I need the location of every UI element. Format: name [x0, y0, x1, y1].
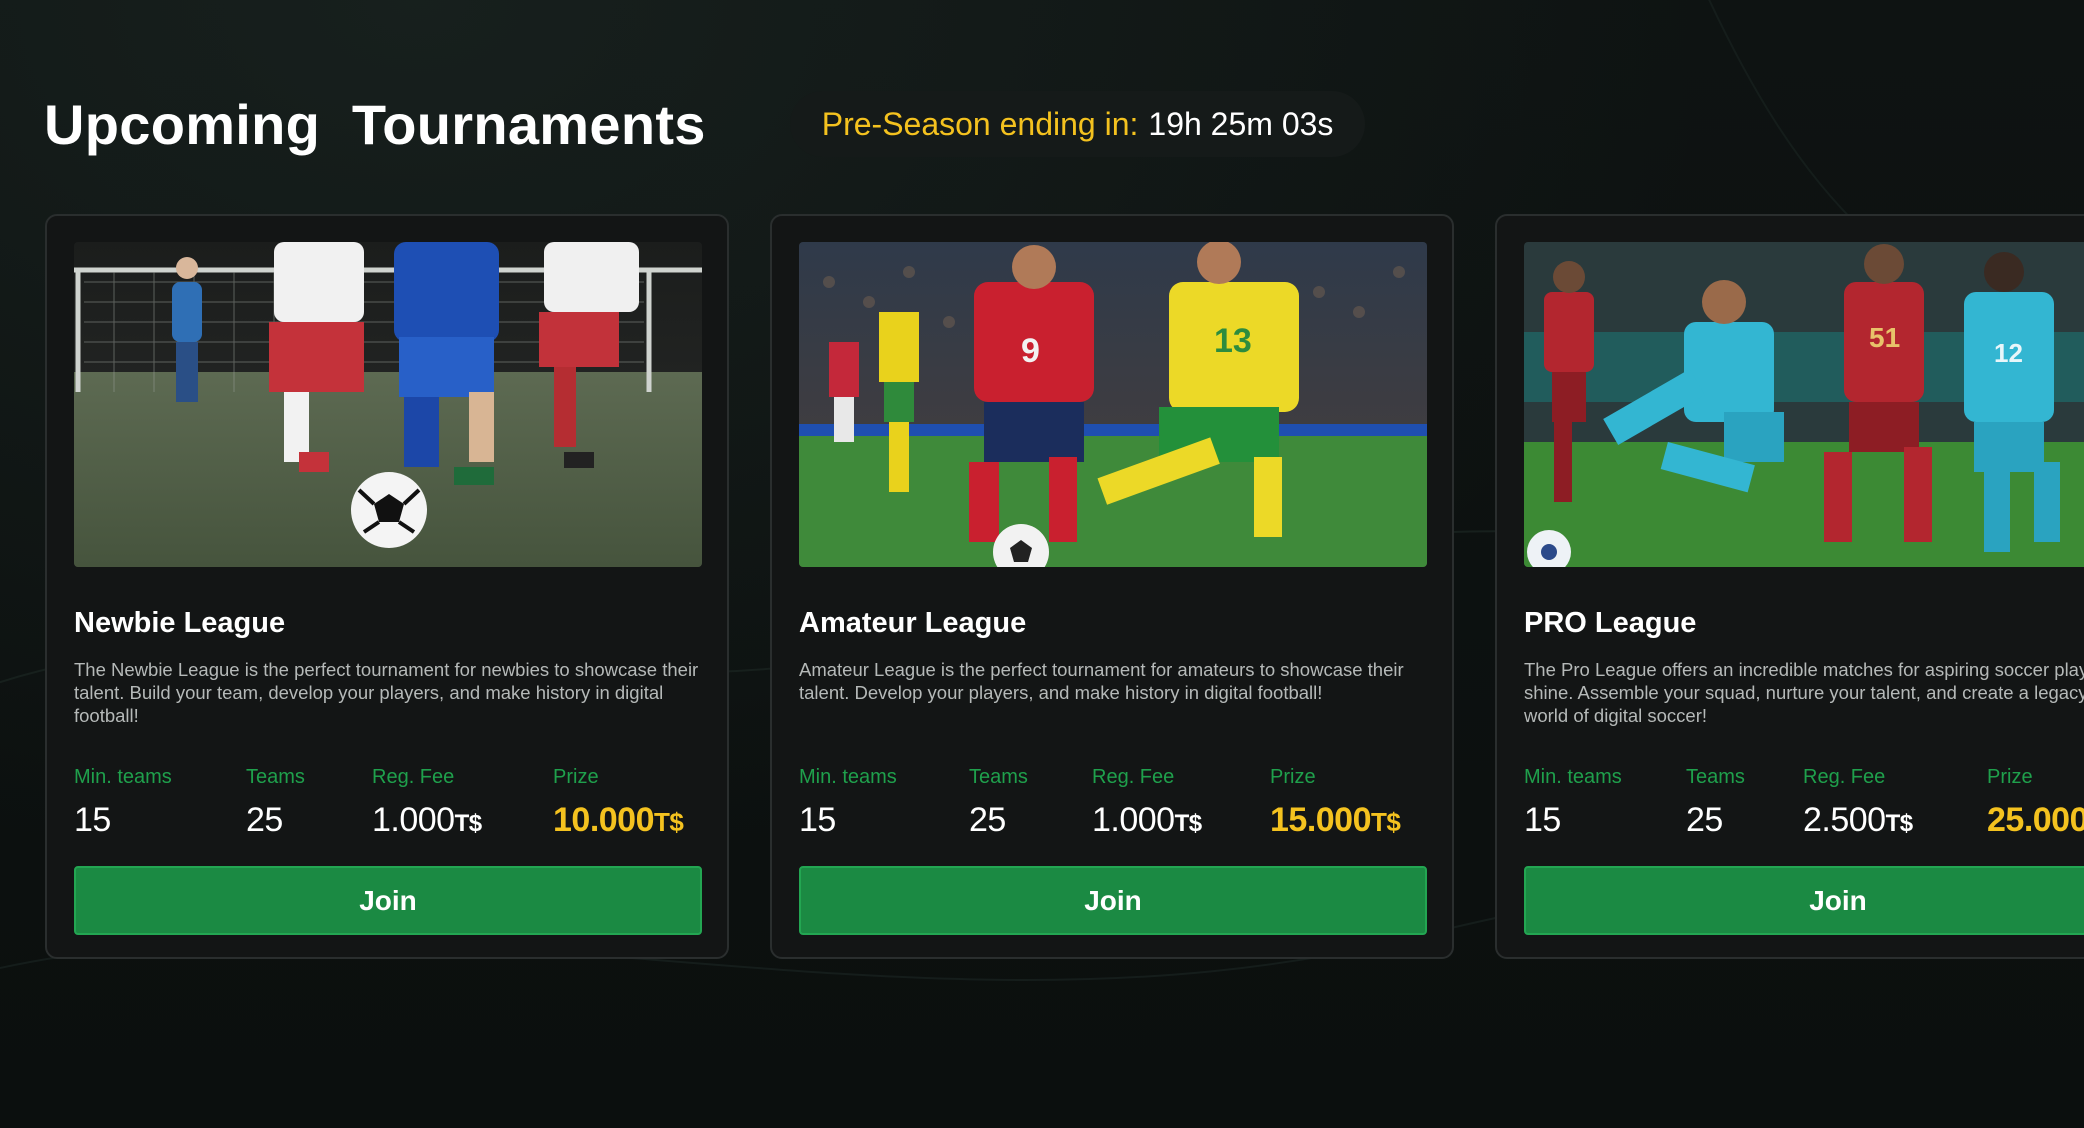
currency-unit: T$: [454, 810, 483, 837]
stat-value: 15: [74, 801, 111, 839]
svg-text:9: 9: [1021, 332, 1040, 370]
stat-min-teams: Min. teams 15: [1524, 766, 1686, 840]
tournament-title: Amateur League: [799, 607, 1027, 639]
pro-soccer-photo: 51 12: [1524, 242, 2084, 567]
stat-value: 25: [1686, 801, 1723, 839]
tournament-description: The Pro League offers an incredible matc…: [1524, 659, 2084, 726]
stat-value: 25: [969, 801, 1006, 839]
reg-fee-amount: 2.500: [1803, 801, 1886, 839]
prize-amount: 15.000: [1270, 801, 1372, 839]
page-title: Upcoming Tournaments: [44, 92, 706, 156]
currency-unit: T$: [1371, 807, 1401, 837]
stat-min-teams: Min. teams 15: [799, 766, 969, 840]
tournament-description: Amateur League is the perfect tournament…: [799, 659, 1404, 703]
svg-text:12: 12: [1994, 338, 2023, 368]
join-button[interactable]: Join: [74, 866, 702, 935]
stat-prize: Prize 10.000T$: [553, 766, 684, 840]
stat-label: Teams: [246, 766, 305, 788]
stat-reg-fee: Reg. Fee 2.500T$: [1803, 766, 1987, 840]
stat-value: 1.000T$: [1092, 801, 1270, 840]
currency-unit: T$: [1174, 810, 1203, 837]
countdown-label: Pre-Season ending in:: [821, 105, 1139, 142]
stat-value: 25: [246, 801, 283, 839]
countdown-timer: 19h 25m 03s: [1148, 105, 1334, 142]
stat-value: 2.500T$: [1803, 801, 1987, 840]
tournament-cards: Newbie League The Newbie League is the p…: [45, 214, 2084, 959]
prize-amount: 10.000: [553, 801, 655, 839]
stat-prize: Prize 15.000T$: [1270, 766, 1401, 840]
stat-min-teams: Min. teams 15: [74, 766, 246, 840]
stat-label: Reg. Fee: [372, 766, 455, 788]
stat-teams: Teams 25: [969, 766, 1092, 840]
join-button[interactable]: Join: [799, 866, 1427, 935]
stat-value: 15.000T$: [1270, 801, 1401, 840]
stat-reg-fee: Reg. Fee 1.000T$: [372, 766, 553, 840]
stat-label: Prize: [1270, 766, 1316, 788]
reg-fee-amount: 1.000: [1092, 801, 1175, 839]
stat-value: 25.000T$: [1987, 801, 2084, 840]
stat-label: Reg. Fee: [1803, 766, 1886, 788]
prize-amount: 25.000: [1987, 801, 2084, 839]
tournament-title: Newbie League: [74, 607, 286, 639]
reg-fee-amount: 1.000: [372, 801, 455, 839]
stat-value: 15: [1524, 801, 1561, 839]
tournament-title: PRO League: [1524, 607, 1697, 639]
tournament-stats: Min. teams 15 Teams 25 Reg. Fee 1.000T$ …: [74, 766, 700, 840]
stat-label: Min. teams: [799, 766, 897, 788]
tournament-card-newbie: Newbie League The Newbie League is the p…: [45, 214, 729, 959]
stat-label: Min. teams: [1524, 766, 1622, 788]
stat-prize: Prize 25.000T$: [1987, 766, 2084, 840]
page-header: Upcoming Tournaments Pre-Season ending i…: [44, 88, 1366, 160]
tournament-stats: Min. teams 15 Teams 25 Reg. Fee 1.000T$ …: [799, 766, 1425, 840]
tournament-stats: Min. teams 15 Teams 25 Reg. Fee 2.500T$ …: [1524, 766, 2084, 840]
svg-text:13: 13: [1214, 322, 1252, 360]
stat-teams: Teams 25: [1686, 766, 1803, 840]
stat-value: 15: [799, 801, 836, 839]
preseason-countdown: Pre-Season ending in: 19h 25m 03s: [789, 91, 1366, 157]
currency-unit: T$: [654, 807, 684, 837]
stat-label: Min. teams: [74, 766, 172, 788]
currency-unit: T$: [1885, 810, 1914, 837]
tournaments-page: Upcoming Tournaments Pre-Season ending i…: [0, 0, 2084, 1128]
stat-label: Teams: [1686, 766, 1745, 788]
stat-label: Prize: [553, 766, 599, 788]
tournament-card-pro: 51 12 PRO League The Pro League offers a…: [1495, 214, 2084, 959]
youth-soccer-photo: [74, 242, 702, 567]
svg-text:51: 51: [1869, 322, 1900, 353]
stat-label: Reg. Fee: [1092, 766, 1175, 788]
stat-label: Prize: [1987, 766, 2033, 788]
tournament-description: The Newbie League is the perfect tournam…: [74, 659, 699, 726]
stat-value: 1.000T$: [372, 801, 553, 840]
stat-teams: Teams 25: [246, 766, 372, 840]
stat-label: Teams: [969, 766, 1028, 788]
stat-reg-fee: Reg. Fee 1.000T$: [1092, 766, 1270, 840]
tournament-card-amateur: 9 13 Amateur League Amateur League is th…: [770, 214, 1454, 959]
stat-value: 10.000T$: [553, 801, 684, 840]
join-button[interactable]: Join: [1524, 866, 2084, 935]
stadium-soccer-photo: 9 13: [799, 242, 1427, 567]
